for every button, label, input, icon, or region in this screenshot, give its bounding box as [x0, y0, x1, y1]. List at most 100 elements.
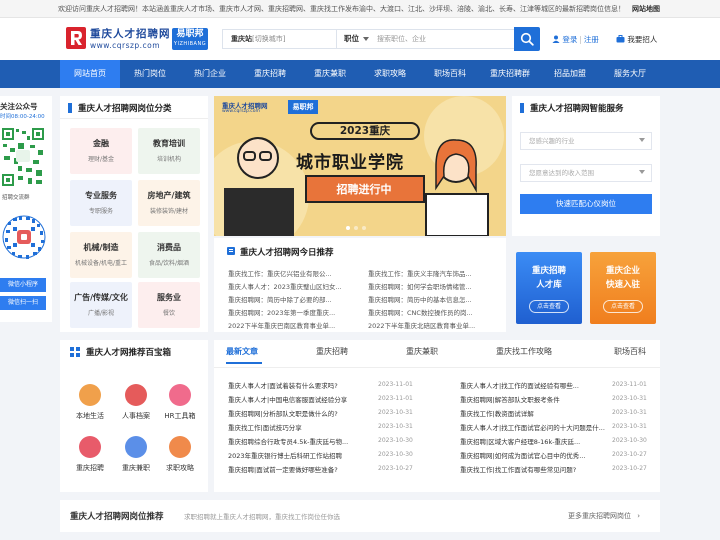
nav-hot-companies[interactable]: 热门企业 [180, 60, 240, 88]
tab-latest[interactable]: 最新文章 [226, 346, 258, 357]
nav-cq-jobs[interactable]: 重庆招聘 [240, 60, 300, 88]
category-media[interactable]: 广告/传媒/文化 广播/影视 [70, 282, 132, 328]
nav-franchise[interactable]: 招品加盟 [540, 60, 600, 88]
tool-label: 本地生活 [76, 412, 104, 420]
nav-home[interactable]: 网站首页 [60, 60, 120, 88]
nav-career-wiki[interactable]: 职场百科 [420, 60, 480, 88]
search-button[interactable] [514, 27, 540, 51]
main-nav: 网站首页 热门岗位 热门企业 重庆招聘 重庆兼职 求职攻略 职场百科 重庆招聘群… [0, 60, 720, 88]
local-life-icon [79, 384, 101, 406]
talent-pool-view-button[interactable]: 点击查看 [529, 300, 569, 313]
tool-cq-jobs[interactable]: 重庆招聘 [67, 436, 113, 473]
article-link[interactable]: 重庆找工作|找工作面试有哪些常见问题? [460, 464, 610, 474]
article-date: 2023-10-31 [378, 423, 413, 430]
hero-banner[interactable]: 重庆人才招聘网 www.cqrszp.com 易职邦 2023重庆 城市职业学院… [214, 96, 506, 236]
category-sub: 食品/饮料/烟酒 [148, 260, 190, 267]
category-education[interactable]: 教育培训 培训机构 [138, 128, 200, 174]
article-link[interactable]: 重庆招聘网|如何成为面试官心目中的优秀... [460, 450, 610, 460]
tool-hr-archive[interactable]: 人事档案 [113, 384, 159, 421]
tool-label: 求职攻略 [166, 464, 194, 472]
tool-hr-toolbox[interactable]: HR工具箱 [157, 384, 203, 421]
article-link[interactable]: 2023年重庆银行博士后科研工作站招聘 [228, 450, 378, 460]
recommend-more-link[interactable]: 更多重庆招聘网岗位 › [568, 511, 640, 521]
briefcase-icon [616, 35, 625, 43]
banner-dots[interactable] [346, 226, 376, 230]
article-link[interactable]: 重庆人事人才|找工作面试官必问的十大问题是什... [460, 422, 610, 432]
news-item[interactable]: 重庆找工作：重庆义丰隆汽车饰品... [368, 268, 506, 278]
chevron-down-icon [639, 170, 645, 174]
login-link[interactable]: 登录 [562, 35, 577, 44]
news-item[interactable]: 重庆找工作：重庆亿兴铝业有限公... [228, 268, 366, 278]
tool-cq-parttime[interactable]: 重庆兼职 [113, 436, 159, 473]
news-item[interactable]: 重庆招聘网：如何学会职场情绪管... [368, 281, 506, 291]
city-switch-link[interactable]: [切换城市] [252, 35, 285, 43]
category-label: 消费品 [157, 243, 181, 252]
article-link[interactable]: 重庆找工作|面试技巧分享 [228, 422, 378, 432]
article-link[interactable]: 重庆找工作|教资面试详解 [460, 408, 610, 418]
nav-service-hall[interactable]: 服务大厅 [600, 60, 660, 88]
article-link[interactable]: 重庆招聘综合行政专员4.5k-重庆廷与物... [228, 436, 378, 446]
category-consumer[interactable]: 消费品 食品/饮料/烟酒 [138, 232, 200, 278]
register-link[interactable]: 注册 [584, 35, 599, 44]
site-logo-icon[interactable] [66, 27, 86, 49]
article-link[interactable]: 重庆招聘网|分析部队文职是做什么的? [228, 408, 378, 418]
search-input[interactable] [377, 32, 507, 46]
tab-career-wiki[interactable]: 职场百科 [614, 346, 646, 357]
recommend-subtitle: 求职招聘就上重庆人才招聘网，重庆找工作岗位任你选 [184, 513, 340, 521]
tool-local-life[interactable]: 本地生活 [67, 384, 113, 421]
guide-icon [169, 436, 191, 458]
article-link[interactable]: 重庆人事人才|中国电信客服面试经验分享 [228, 394, 378, 404]
news-item[interactable]: 重庆招聘网：简历中的基本信息怎... [368, 294, 506, 304]
salary-select[interactable]: 您愿意达到的收入范围 [520, 164, 652, 182]
nav-job-group[interactable]: 重庆招聘群 [480, 60, 540, 88]
tab-cq-parttime[interactable]: 重庆兼职 [406, 346, 438, 357]
category-label: 专业服务 [85, 191, 117, 200]
nav-cq-parttime[interactable]: 重庆兼职 [300, 60, 360, 88]
news-item[interactable]: 重庆招聘网：简历中除了必要的部... [228, 294, 366, 304]
news-item[interactable]: 2022下半年重庆北碚区教育事业单... [368, 320, 506, 330]
article-link[interactable]: 重庆招聘|面试前一定要做好哪些准备? [228, 464, 378, 474]
nav-hot-jobs[interactable]: 热门岗位 [120, 60, 180, 88]
article-link[interactable]: 重庆人事人才|找工作的面试经验有哪些... [460, 380, 610, 390]
category-service[interactable]: 服务业 餐饮 [138, 282, 200, 328]
category-label: 金融 [93, 139, 109, 148]
company-join-view-button[interactable]: 点击查看 [603, 300, 643, 313]
jobs-icon [79, 436, 101, 458]
category-finance[interactable]: 金融 理财/基金 [70, 128, 132, 174]
category-real-estate[interactable]: 房地产/建筑 装修装饰/建材 [138, 180, 200, 226]
banner-brand-sub: www.cqrszp.com [222, 109, 260, 114]
category-machinery[interactable]: 机械/制造 机械设备/机电/重工 [70, 232, 132, 278]
company-join-card[interactable]: 重庆企业 快速入驻 点击查看 [590, 252, 656, 324]
tab-job-guide[interactable]: 重庆找工作攻略 [496, 346, 552, 357]
sitemap-link[interactable]: 网站地图 [632, 0, 660, 18]
archive-icon [125, 384, 147, 406]
search-type-select[interactable]: 职位 [344, 30, 359, 48]
salary-placeholder: 您愿意达到的收入范围 [529, 169, 594, 177]
news-item[interactable]: 2022下半年重庆巴南区教育事业单... [228, 320, 366, 330]
divider [60, 118, 208, 119]
tool-job-guide[interactable]: 求职攻略 [157, 436, 203, 473]
industry-select[interactable]: 您感兴趣的行业 [520, 132, 652, 150]
article-link[interactable]: 重庆人事人才|面试着装有什么要求吗? [228, 380, 378, 390]
article-date: 2023-10-27 [378, 465, 413, 472]
promo-line: 重庆招聘 [531, 266, 566, 276]
article-link[interactable]: 重庆招聘|区域大客户经理8-16k-重庆廷... [460, 436, 610, 446]
tool-label: HR工具箱 [164, 412, 196, 420]
nav-job-guide[interactable]: 求职攻略 [360, 60, 420, 88]
wechat-scan-button[interactable]: 微信扫一扫 [0, 296, 46, 310]
recruit-label: 我要招人 [627, 35, 658, 44]
tab-cq-jobs[interactable]: 重庆招聘 [316, 346, 348, 357]
yizhibang-logo[interactable]: 易职邦 YIZHIBANG [172, 28, 208, 50]
city-switcher[interactable]: 重庆站[切换城市] [222, 29, 336, 49]
mini-program-button[interactable]: 微信小程序 [0, 278, 46, 292]
news-item[interactable]: 重庆招聘网：2023年第一季度重庆... [228, 307, 366, 317]
category-professional[interactable]: 专业服务 专职服务 [70, 180, 132, 226]
recruit-link[interactable]: 我要招人 [616, 34, 657, 45]
news-item[interactable]: 重庆人事人才：2023重庆璧山区妇女... [228, 281, 366, 291]
industry-placeholder: 您感兴趣的行业 [529, 137, 575, 145]
category-sub: 机械设备/机电/重工 [74, 260, 128, 267]
article-link[interactable]: 重庆招聘网|解答部队文职报考条件 [460, 394, 610, 404]
news-item[interactable]: 重庆招聘网：CNC数控操作员的岗... [368, 307, 506, 317]
talent-pool-card[interactable]: 重庆招聘 人才库 点击查看 [516, 252, 582, 324]
category-sub: 装修装饰/建材 [149, 208, 189, 215]
